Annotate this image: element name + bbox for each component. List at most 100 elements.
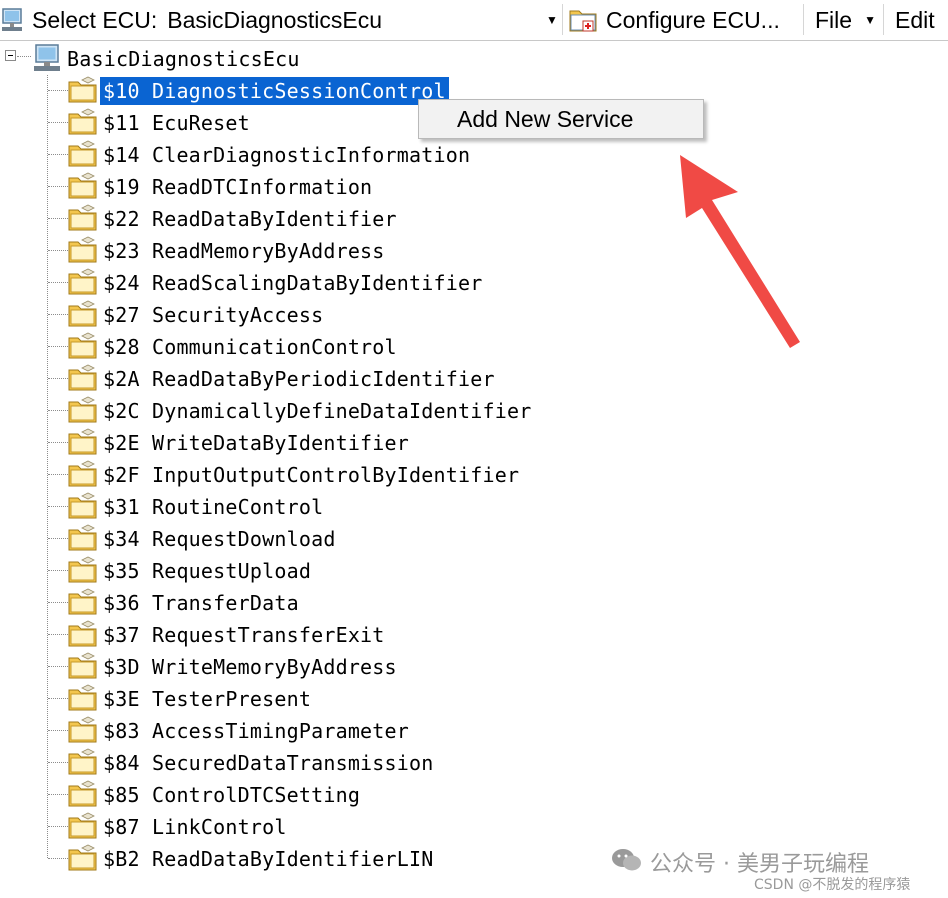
computer-icon [34, 44, 60, 71]
select-ecu-dropdown-button[interactable]: ▼ [540, 0, 558, 40]
service-folder-icon [68, 268, 97, 295]
service-folder-icon [68, 684, 97, 711]
service-folder-icon [68, 172, 97, 199]
tree-item-label: $84 SecuredDataTransmission [103, 751, 434, 775]
tree-connector [48, 186, 68, 187]
tree-item[interactable]: $87 LinkControl [100, 811, 290, 843]
service-folder-icon [68, 140, 97, 167]
tree-item[interactable]: $34 RequestDownload [100, 523, 339, 555]
tree-item[interactable]: $84 SecuredDataTransmission [100, 747, 437, 779]
service-folder-icon [68, 492, 97, 519]
service-folder-icon [68, 108, 97, 135]
tree-connector [48, 122, 68, 123]
tree-item[interactable]: $3D WriteMemoryByAddress [100, 651, 400, 683]
service-folder-icon [68, 364, 97, 391]
service-folder-icon [68, 780, 97, 807]
tree-item[interactable]: $23 ReadMemoryByAddress [100, 235, 388, 267]
tree-connector [17, 56, 31, 57]
tree-connector [48, 282, 68, 283]
collapse-toggle[interactable] [5, 50, 16, 61]
tree-item[interactable]: $83 AccessTimingParameter [100, 715, 412, 747]
service-folder-icon [68, 236, 97, 263]
tree-item[interactable]: $2C DynamicallyDefineDataIdentifier [100, 395, 534, 427]
file-menu-label: File [815, 6, 853, 33]
tree-item-label: $85 ControlDTCSetting [103, 783, 361, 807]
tree-item[interactable]: $37 RequestTransferExit [100, 619, 388, 651]
computer-icon [2, 8, 22, 31]
tree-item-label: $19 ReadDTCInformation [103, 175, 373, 199]
service-folder-icon [68, 396, 97, 423]
tree-item[interactable]: $28 CommunicationControl [100, 331, 400, 363]
service-folder-icon [68, 428, 97, 455]
tree-item[interactable]: $22 ReadDataByIdentifier [100, 203, 400, 235]
tree-item-label: $36 TransferData [103, 591, 299, 615]
tree-item-label: $83 AccessTimingParameter [103, 719, 410, 743]
selected-ecu-value: BasicDiagnosticsEcu [167, 6, 383, 33]
tree-item[interactable]: $36 TransferData [100, 587, 302, 619]
configure-folder-icon [569, 10, 597, 32]
toolbar-divider [562, 4, 563, 35]
tree-connector [48, 794, 68, 795]
tree-connector [47, 75, 48, 858]
tree-item[interactable]: $31 RoutineControl [100, 491, 326, 523]
tree-item[interactable]: $11 EcuReset [100, 107, 253, 139]
tree-item[interactable]: $B2 ReadDataByIdentifierLIN [100, 843, 437, 875]
tree-connector [48, 314, 68, 315]
tree-root[interactable]: BasicDiagnosticsEcu [64, 43, 303, 75]
tree-item-label: $10 DiagnosticSessionControl [100, 77, 449, 105]
tree-connector [48, 218, 68, 219]
watermark-sub: CSDN @不脱发的程序猿 [754, 877, 911, 893]
tree-connector [48, 154, 68, 155]
service-folder-icon [68, 332, 97, 359]
tree-item-label: $22 ReadDataByIdentifier [103, 207, 397, 231]
tree-item[interactable]: $14 ClearDiagnosticInformation [100, 139, 473, 171]
tree-item[interactable]: $2A ReadDataByPeriodicIdentifier [100, 363, 498, 395]
tree-connector [48, 90, 68, 91]
tree-item[interactable]: $24 ReadScalingDataByIdentifier [100, 267, 485, 299]
tree-item-label: $2F InputOutputControlByIdentifier [103, 463, 520, 487]
tree-connector [48, 538, 68, 539]
service-folder-icon [68, 588, 97, 615]
tree-item[interactable]: $19 ReadDTCInformation [100, 171, 375, 203]
tree-connector [48, 442, 68, 443]
select-ecu-dropdown[interactable]: Select ECU: BasicDiagnosticsEcu [32, 0, 382, 40]
tree-connector [48, 410, 68, 411]
tree-item-label: $11 EcuReset [103, 111, 250, 135]
toolbar-divider [883, 4, 884, 35]
tree-item-label: $B2 ReadDataByIdentifierLIN [103, 847, 434, 871]
tree-item[interactable]: $85 ControlDTCSetting [100, 779, 363, 811]
tree-connector [48, 250, 68, 251]
service-folder-icon [68, 812, 97, 839]
tree-item-label: $2C DynamicallyDefineDataIdentifier [103, 399, 532, 423]
tree-connector [48, 634, 68, 635]
toolbar-divider [803, 4, 804, 35]
chevron-down-icon: ▼ [546, 13, 558, 27]
tree-connector [48, 570, 68, 571]
service-folder-icon [68, 652, 97, 679]
configure-ecu-button[interactable]: Configure ECU... [606, 0, 780, 40]
service-folder-icon [68, 524, 97, 551]
tree-connector [48, 730, 68, 731]
menu-item-add-new-service[interactable]: Add New Service [457, 100, 633, 138]
tree-item[interactable]: $27 SecurityAccess [100, 299, 326, 331]
configure-ecu-label: Configure ECU... [606, 6, 780, 33]
tree-item[interactable]: $2F InputOutputControlByIdentifier [100, 459, 522, 491]
select-ecu-label: Select ECU: [32, 6, 158, 33]
tree-item[interactable]: $35 RequestUpload [100, 555, 314, 587]
toolbar: Select ECU: BasicDiagnosticsEcu ▼ Config… [0, 0, 948, 41]
service-folder-icon [68, 620, 97, 647]
edit-menu-label: Edit [895, 6, 935, 33]
tree-item[interactable]: $2E WriteDataByIdentifier [100, 427, 412, 459]
tree-connector [48, 698, 68, 699]
tree-item[interactable]: $10 DiagnosticSessionControl [100, 75, 449, 107]
tree-item-label: $31 RoutineControl [103, 495, 324, 519]
tree-item-label: $2A ReadDataByPeriodicIdentifier [103, 367, 495, 391]
tree-connector [48, 602, 68, 603]
edit-menu[interactable]: Edit [895, 0, 935, 40]
tree-connector [48, 858, 68, 859]
tree-item[interactable]: $3E TesterPresent [100, 683, 314, 715]
tree-item-label: $87 LinkControl [103, 815, 287, 839]
file-menu[interactable]: File ▼ [815, 0, 876, 40]
service-folder-icon [68, 76, 97, 103]
tree-connector [48, 666, 68, 667]
